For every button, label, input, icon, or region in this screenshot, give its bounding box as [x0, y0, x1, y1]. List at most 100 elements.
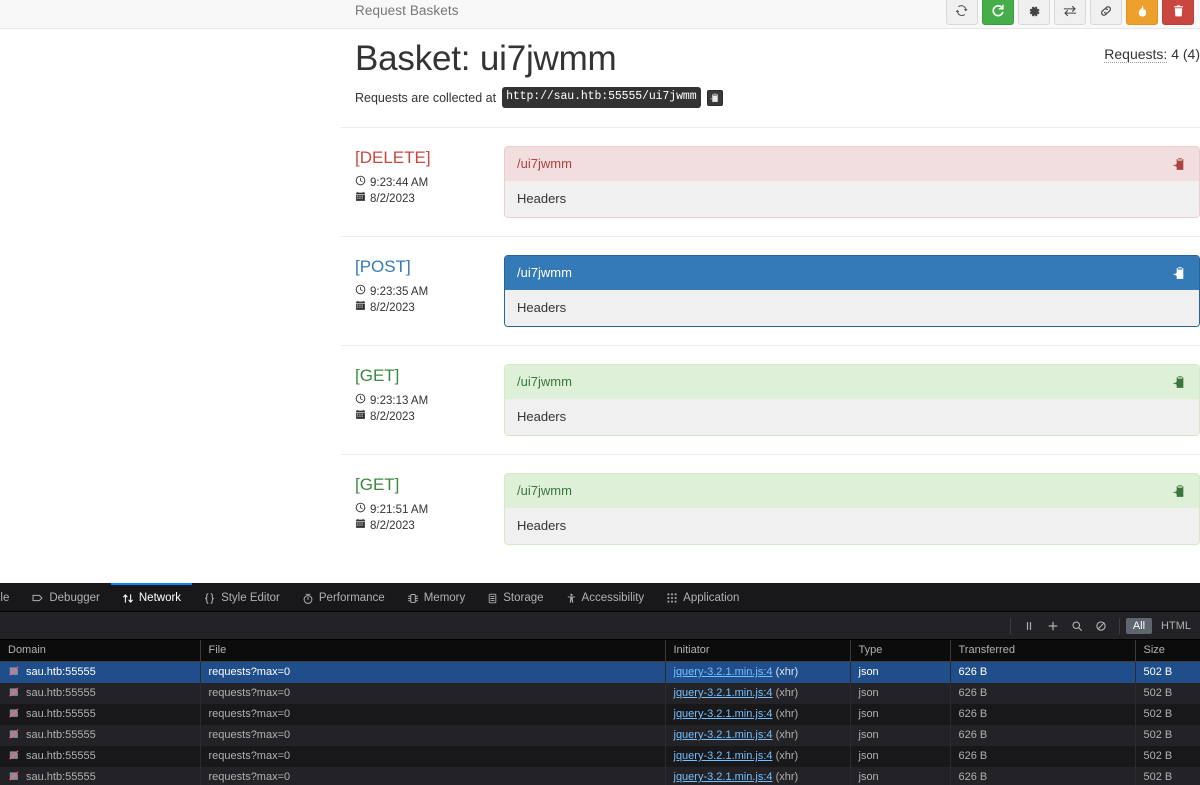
column-header-domain[interactable]: Domain: [0, 640, 201, 662]
request-panel-heading[interactable]: /ui7jwmm: [505, 256, 1199, 290]
browser-page: Request Baskets Basket: ui7jwmm Requests…: [0, 0, 1200, 583]
column-header-size[interactable]: Size: [1135, 640, 1200, 662]
cell-size: 502 B: [1135, 703, 1200, 725]
devtools-tab-performance[interactable]: Performance: [291, 583, 396, 611]
request-headers-label[interactable]: Headers: [505, 181, 1199, 217]
request-panel-heading[interactable]: /ui7jwmm: [505, 474, 1199, 508]
request-method[interactable]: [POST]: [355, 256, 500, 278]
copy-request-icon[interactable]: [1173, 157, 1187, 172]
search-icon[interactable]: [1065, 616, 1089, 636]
cell-initiator: jquery-3.2.1.min.js:4 (xhr): [665, 745, 851, 767]
cell-file: requests?max=0: [200, 766, 666, 785]
initiator-suffix: (xhr): [775, 771, 799, 783]
cell-domain: sau.htb:55555: [0, 745, 201, 767]
initiator-link[interactable]: jquery-3.2.1.min.js:4: [674, 771, 773, 783]
forward-button[interactable]: [1054, 0, 1086, 25]
cell-size: 502 B: [1135, 745, 1200, 767]
initiator-link[interactable]: jquery-3.2.1.min.js:4: [674, 666, 773, 678]
devtools-tab-network[interactable]: Network: [110, 583, 193, 611]
stopwatch-icon: [302, 592, 314, 605]
refresh-auto-button[interactable]: [946, 0, 978, 25]
copy-request-icon[interactable]: [1173, 266, 1187, 281]
devtools-tab-debugger[interactable]: Debugger: [20, 583, 111, 611]
network-filter-all[interactable]: All: [1125, 617, 1153, 634]
cell-size: 502 B: [1135, 766, 1200, 785]
cell-domain: sau.htb:55555: [0, 682, 201, 704]
toolbar-divider-2: [1118, 617, 1120, 634]
column-header-file[interactable]: File: [200, 640, 666, 662]
domain-text: sau.htb:55555: [26, 771, 96, 783]
network-request-row[interactable]: sau.htb:55555 requests?max=0 jquery-3.2.1.…: [0, 661, 1200, 683]
devtools-tab-ole[interactable]: ole: [0, 583, 20, 611]
request-headers-label[interactable]: Headers: [505, 508, 1199, 544]
network-table-head: Domain File Initiator Type Transferred S…: [0, 640, 1200, 662]
initiator-link[interactable]: jquery-3.2.1.min.js:4: [674, 687, 773, 699]
network-request-row[interactable]: sau.htb:55555 requests?max=0 jquery-3.2.1.…: [0, 745, 1200, 767]
storage-icon: [487, 592, 498, 605]
collect-url-code: http://sau.htb:55555/ui7jwmm: [502, 87, 701, 108]
memory-icon: [407, 592, 419, 605]
devtools-tab-label: Performance: [318, 592, 385, 604]
devtools-tab-label: Accessibility: [581, 592, 645, 604]
application-icon: [666, 592, 678, 604]
cell-domain: sau.htb:55555: [0, 661, 201, 683]
delete-basket-button[interactable]: [1162, 0, 1194, 25]
devtools-tab-memory[interactable]: Memory: [396, 583, 477, 611]
network-request-row[interactable]: sau.htb:55555 requests?max=0 jquery-3.2.1.…: [0, 682, 1200, 704]
cell-type: json: [850, 745, 951, 767]
devtools-tab-label: Style Editor: [221, 592, 280, 604]
refresh-button[interactable]: [982, 0, 1014, 25]
devtools-tab-application[interactable]: Application: [655, 583, 750, 611]
network-filter-html[interactable]: HTML: [1154, 618, 1198, 634]
devtools-tab-storage[interactable]: Storage: [476, 583, 554, 611]
clock-icon: [355, 175, 366, 191]
request-panel-heading[interactable]: /ui7jwmm: [505, 147, 1199, 181]
column-header-transferred[interactable]: Transferred: [950, 640, 1136, 662]
column-header-initiator[interactable]: Initiator: [665, 640, 851, 662]
page-container: Basket: ui7jwmm Requests: 4 (4) Requests…: [340, 29, 1200, 563]
request-headers-label[interactable]: Headers: [505, 290, 1199, 326]
insecure-icon: [8, 707, 20, 722]
cell-transferred: 626 B: [950, 745, 1136, 767]
copy-request-icon[interactable]: [1173, 375, 1187, 390]
request-panel-heading[interactable]: /ui7jwmm: [505, 365, 1199, 399]
request-meta: [DELETE] 9:23:44 AM 8/2/2023: [355, 146, 500, 218]
settings-button[interactable]: [1018, 0, 1050, 25]
flush-button[interactable]: [1126, 0, 1158, 25]
cell-file: requests?max=0: [200, 724, 666, 746]
plus-icon[interactable]: [1041, 616, 1065, 636]
link-button[interactable]: [1090, 0, 1122, 25]
copy-url-button[interactable]: [706, 89, 723, 106]
requests-counter: Requests: 4 (4): [1104, 46, 1200, 63]
network-request-row[interactable]: sau.htb:55555 requests?max=0 jquery-3.2.1.…: [0, 724, 1200, 746]
navbar-brand[interactable]: Request Baskets: [355, 2, 459, 20]
copy-request-icon[interactable]: [1173, 484, 1187, 499]
clear-icon[interactable]: [1089, 616, 1113, 636]
request-row: [DELETE] 9:23:44 AM 8/2/2023/ui7jwmm Header…: [340, 127, 1200, 236]
devtools-tab-accessibility[interactable]: Accessibility: [555, 583, 656, 611]
request-path: /ui7jwmm: [517, 483, 572, 498]
cell-transferred: 626 B: [950, 724, 1136, 746]
request-method[interactable]: [GET]: [355, 365, 500, 387]
cell-initiator: jquery-3.2.1.min.js:4 (xhr): [665, 703, 851, 725]
cell-size: 502 B: [1135, 724, 1200, 746]
request-method[interactable]: [GET]: [355, 474, 500, 496]
column-header-type[interactable]: Type: [850, 640, 951, 662]
calendar-icon: [355, 409, 366, 425]
initiator-link[interactable]: jquery-3.2.1.min.js:4: [674, 750, 773, 762]
request-time: 9:23:44 AM: [370, 176, 429, 189]
network-requests-table: Domain File Initiator Type Transferred S…: [0, 640, 1200, 785]
network-request-row[interactable]: sau.htb:55555 requests?max=0 jquery-3.2.1.…: [0, 703, 1200, 725]
request-meta: [GET] 9:21:51 AM 8/2/2023: [355, 473, 500, 545]
pause-icon[interactable]: [1017, 616, 1041, 636]
network-request-row[interactable]: sau.htb:55555 requests?max=0 jquery-3.2.1.…: [0, 766, 1200, 785]
initiator-link[interactable]: jquery-3.2.1.min.js:4: [674, 708, 773, 720]
request-time: 9:23:13 AM: [370, 394, 429, 407]
devtools-tab-style-editor[interactable]: Style Editor: [192, 583, 291, 611]
calendar-icon: [355, 300, 366, 316]
request-panel: /ui7jwmm Headers: [504, 255, 1200, 327]
request-method[interactable]: [DELETE]: [355, 147, 500, 169]
request-panel: /ui7jwmm Headers: [504, 473, 1200, 545]
initiator-link[interactable]: jquery-3.2.1.min.js:4: [674, 729, 773, 741]
request-headers-label[interactable]: Headers: [505, 399, 1199, 435]
